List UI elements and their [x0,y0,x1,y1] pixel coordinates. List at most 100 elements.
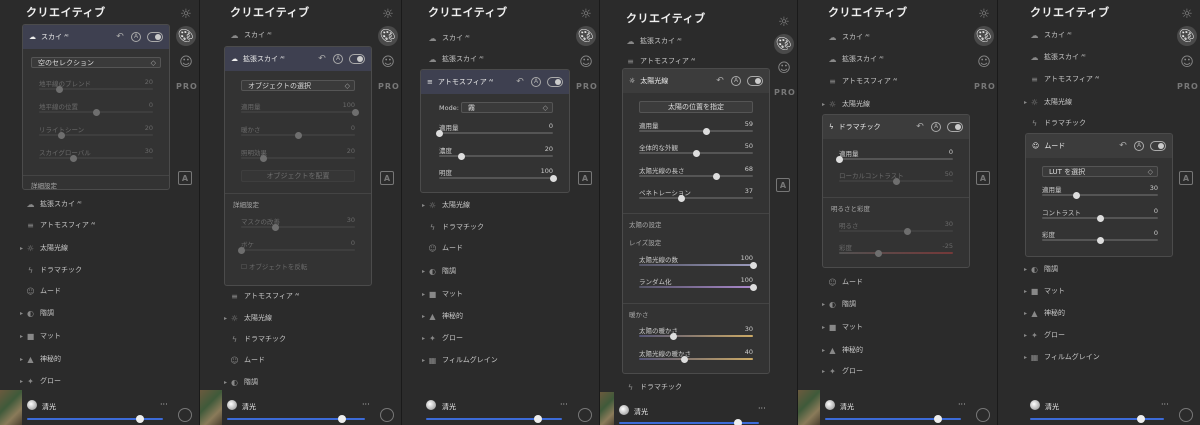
slider-thumb[interactable] [237,246,245,254]
penetration-slider[interactable] [639,194,753,202]
overall-look-slider[interactable] [639,149,753,157]
reset-icon[interactable]: ↶ [515,77,525,87]
list-item[interactable]: ▸ ◐ 階調 [20,308,54,318]
list-item[interactable]: ☁ 拡張スカイ ᴬᴵ [1030,52,1086,62]
sky-global-slider[interactable] [39,154,153,162]
mode-select[interactable]: 霧 [461,102,553,114]
reset-icon[interactable]: ↶ [1118,141,1128,151]
list-item[interactable]: ≡ アトモスフィア ᴬᴵ [26,220,95,230]
slider-thumb[interactable] [934,415,942,423]
slider-thumb[interactable] [534,415,542,423]
slider-thumb[interactable] [294,131,302,139]
flip-object-checkbox[interactable]: ☐ オブジェクトを反転 [241,261,307,271]
slider-thumb[interactable] [435,129,443,137]
list-item[interactable]: ▸ ☼ 太陽光線 [1024,97,1072,107]
list-item[interactable]: ϟ ドラマチック [26,265,82,275]
list-item[interactable]: ☁ 拡張スカイ ᴬᴵ [626,36,682,46]
density-slider[interactable] [439,152,553,160]
list-item[interactable]: ▸ ■ マット [20,331,61,341]
list-item[interactable]: ≡ アトモスフィア ᴬᴵ [230,291,299,301]
place-object-button[interactable]: オブジェクトを配置 [241,170,355,182]
list-item[interactable]: ▸ ✦ グロー [822,366,863,376]
smile-icon[interactable]: ☺ [1177,52,1197,72]
mood-card-header[interactable]: ☺ ムード ↶ A [1026,134,1172,158]
lut-select[interactable]: LUT を選択 [1042,166,1158,178]
ray-settings-header[interactable]: レイズ設定 [629,237,661,247]
a-box-icon[interactable]: A [178,171,192,185]
list-item[interactable]: ▸ ▲ 神秘的 [1024,308,1065,318]
list-item[interactable]: ϟ ドラマチック [230,334,286,344]
slider-thumb[interactable] [1096,236,1104,244]
list-item[interactable]: ϟ ドラマチック [1030,118,1086,128]
reset-icon[interactable]: ↶ [715,76,725,86]
enable-toggle[interactable] [947,122,963,132]
slider-thumb[interactable] [58,131,66,139]
ai-icon[interactable]: A [333,54,343,64]
smile-icon[interactable]: ☺ [176,52,196,72]
list-item[interactable]: ▸ ✦ グロー [422,333,463,343]
more-icon[interactable]: ··· [758,404,766,413]
warmth-slider[interactable] [241,131,355,139]
pro-label[interactable]: PRO [576,82,598,91]
list-item[interactable]: ▸ ■ マット [422,289,463,299]
brightness-slider[interactable] [839,227,953,235]
image-thumbnail[interactable] [600,392,614,425]
list-item[interactable]: ▸ ◐ 階調 [1024,264,1058,274]
image-thumbnail[interactable] [798,390,820,425]
reset-icon[interactable]: ↶ [915,122,925,132]
slider-thumb[interactable] [56,85,64,93]
amount-slider[interactable] [835,155,953,163]
mask-refine-slider[interactable] [241,223,355,231]
details-header[interactable]: 詳細設定 [233,199,259,209]
sun-settings-header[interactable]: 太陽の設定 [629,219,662,229]
local-contrast-slider[interactable] [839,177,953,185]
slider-thumb[interactable] [1096,214,1104,222]
list-item[interactable]: ☁ スカイ ᴬᴵ [230,30,272,40]
sunrays-card-header[interactable]: ☼ 太陽光線 ↶ A [623,69,769,93]
list-item[interactable]: ▸ ▲ 神秘的 [422,311,463,321]
list-item[interactable]: ▸ ✦ グロー [1024,330,1065,340]
slider-thumb[interactable] [458,152,466,160]
slider-thumb[interactable] [749,261,757,269]
slider-thumb[interactable] [903,227,911,235]
list-item[interactable]: ☁ 拡張スカイ ᴬᴵ [828,54,884,64]
sun-icon[interactable]: ☼ [576,4,596,24]
more-icon[interactable]: ··· [560,400,568,409]
slider-thumb[interactable] [1073,191,1081,199]
list-item[interactable]: ▸ ✦ グロー [20,376,61,386]
sky-card-header[interactable]: ☁ スカイ ᴬᴵ ↶ A [23,25,169,49]
slider-thumb[interactable] [835,155,843,163]
list-item[interactable]: ▸ ▲ 神秘的 [20,354,61,364]
list-item[interactable]: ϟ ドラマチック [428,222,484,232]
slider-thumb[interactable] [92,108,100,116]
amount-slider[interactable] [1042,191,1158,199]
list-item[interactable]: ▸ ▲ 神秘的 [822,345,863,355]
sky-select[interactable]: 空のセレクション [31,57,161,69]
list-item[interactable]: ▸ ■ マット [1024,286,1065,296]
history-clock-icon[interactable] [976,408,990,422]
palette-icon[interactable]: 🎨︎ [974,26,994,46]
list-item[interactable]: ☁ スカイ ᴬᴵ [428,33,470,43]
sun-icon[interactable]: ☼ [378,4,398,24]
more-icon[interactable]: ··· [958,400,966,409]
slider-thumb[interactable] [892,177,900,185]
contrast-slider[interactable] [1042,214,1158,222]
slider-thumb[interactable] [69,154,77,162]
list-item[interactable]: ☁ 拡張スカイ ᴬᴵ [26,199,82,209]
enable-toggle[interactable] [349,54,365,64]
randomize-slider[interactable] [639,283,757,291]
horizon-position-slider[interactable] [39,108,153,116]
smile-icon[interactable]: ☺ [974,52,994,72]
list-item[interactable]: ▸ ☼ 太陽光線 [822,99,870,109]
slider-thumb[interactable] [713,172,721,180]
ai-icon[interactable]: A [931,122,941,132]
list-item[interactable]: ▸ ◐ 階調 [822,299,856,309]
lighting-slider[interactable] [241,154,355,162]
object-select[interactable]: オブジェクトの選択 [241,80,355,92]
slider-thumb[interactable] [702,127,710,135]
slider-thumb[interactable] [734,419,742,425]
ai-icon[interactable]: A [131,32,141,42]
slider-thumb[interactable] [549,174,557,182]
amount-slider[interactable] [241,108,359,116]
palette-icon[interactable]: 🎨︎ [378,26,398,46]
